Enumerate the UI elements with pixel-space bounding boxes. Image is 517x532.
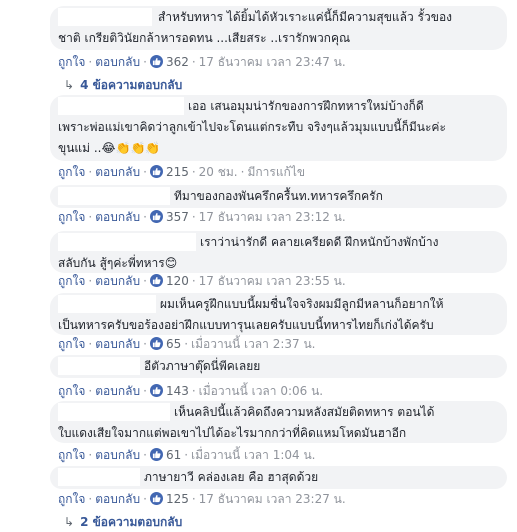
replies-label[interactable]: 4 ข้อความตอบกลับ	[80, 78, 182, 92]
comment-actions: ถูกใจ · ตอบกลับ · 143 · เมื่อวานนี้ เวลา 0:06 …	[58, 382, 324, 400]
comment-text-line: เราว่าน่ารักดี คลายเครียดดี ฝึกหนักบ้างพ…	[200, 235, 439, 249]
comment-text-line: เป็นทหารครับขอร้องอย่าฝึกแบบทารุนเลยครับ…	[58, 318, 434, 332]
like-link[interactable]: ถูกใจ	[58, 382, 85, 400]
reply-arrow-icon: ↳	[64, 78, 75, 92]
like-link[interactable]: ถูกใจ	[58, 163, 85, 181]
like-count[interactable]: 362	[166, 53, 189, 71]
replies-label[interactable]: 2 ข้อความตอบกลับ	[80, 515, 182, 529]
comment-actions: ถูกใจ · ตอบกลับ · 65 · เมื่อวานนี้ เวลา 2:37 น…	[58, 335, 316, 353]
comment: ทีมาของกองพันครึกครื้นท.ทหารครึกครัก ถูก…	[0, 183, 517, 231]
comment-text-line: อีตัวภาษาตุ๊ดนี่พีคเลยย	[144, 359, 261, 373]
comment: เออ เสนอมุมน่ารักของการฝึกทหารใหม่บ้างก็…	[0, 93, 517, 183]
like-link[interactable]: ถูกใจ	[58, 208, 85, 226]
timestamp[interactable]: 17 ธันวาคม เวลา 23:55 น.	[199, 272, 346, 290]
comment: อีตัวภาษาตุ๊ดนี่พีคเลยย ถูกใจ · ตอบกลับ · 14…	[0, 353, 517, 399]
redacted-author-name	[58, 357, 140, 375]
comment-text-line: เพราะพ่อแม่เขาคิดว่าลูกเข้าไปจะโดนแต่กระ…	[58, 120, 446, 134]
comment-text-line: ใบแดงเสียใจมากแต่พอเขาไปได้อะไรมากกว่าที…	[58, 426, 407, 440]
comment-actions: ถูกใจ · ตอบกลับ · 362 · 17 ธันวาคม เวลา 23:47 …	[58, 53, 346, 71]
comment-text-line: ผมเห็นครูฝึกแบบนี้ผมชื่นใจจริงผมมีลูกมีห…	[160, 297, 444, 311]
comment: สำหรับทหาร ได้ยิ้มได้หัวเราะแค่นี้ก็มีคว…	[0, 0, 517, 96]
like-thumb-icon	[149, 448, 163, 461]
comment: ผมเห็นครูฝึกแบบนี้ผมชื่นใจจริงผมมีลูกมีห…	[0, 291, 517, 355]
like-count[interactable]: 125	[166, 490, 189, 508]
reply-link[interactable]: ตอบกลับ	[95, 446, 140, 464]
timestamp[interactable]: เมื่อวานนี้ เวลา 1:04 น.	[191, 446, 315, 464]
redacted-author-name	[58, 233, 196, 251]
comment-actions: ถูกใจ · ตอบกลับ · 357 · 17 ธันวาคม เวลา 23:12 …	[58, 208, 346, 226]
reply-arrow-icon: ↳	[64, 515, 75, 529]
like-link[interactable]: ถูกใจ	[58, 446, 85, 464]
like-link[interactable]: ถูกใจ	[58, 335, 85, 353]
comment-text-line: สำหรับทหาร ได้ยิ้มได้หัวเราะแค่นี้ก็มีคว…	[158, 10, 453, 24]
like-count[interactable]: 65	[166, 335, 181, 353]
reply-link[interactable]: ตอบกลับ	[95, 208, 140, 226]
reply-link[interactable]: ตอบกลับ	[95, 335, 140, 353]
redacted-author-name	[58, 187, 170, 205]
comment: เห็นคลิปนี้แล้วคิดถึงความหลังสมัยติดทหาร…	[0, 399, 517, 463]
like-thumb-icon	[149, 384, 163, 397]
like-thumb-icon	[149, 55, 163, 68]
timestamp[interactable]: 17 ธันวาคม เวลา 23:12 น.	[199, 208, 346, 226]
timestamp[interactable]: 20 ชม.	[199, 163, 238, 181]
like-link[interactable]: ถูกใจ	[58, 490, 85, 508]
like-thumb-icon	[149, 210, 163, 223]
like-link[interactable]: ถูกใจ	[58, 53, 85, 71]
comment-text-line: เห็นคลิปนี้แล้วคิดถึงความหลังสมัยติดทหาร…	[174, 405, 435, 419]
comment: ภาษายาวี คล่องเลย คือ ฮาสุดด้วย ถูกใจ · ตอ…	[0, 464, 517, 532]
like-thumb-icon	[149, 165, 163, 178]
like-thumb-icon	[149, 492, 163, 505]
redacted-author-name	[58, 295, 156, 313]
comment-text-line: เออ เสนอมุมน่ารักของการฝึกทหารใหม่บ้างก็…	[188, 99, 424, 113]
like-count[interactable]: 357	[166, 208, 189, 226]
comment-actions: ถูกใจ · ตอบกลับ · 125 · 17 ธันวาคม เวลา 23:27 …	[58, 490, 346, 508]
comment-text-line: ขุนแม่ ..😂👏👏👏	[58, 141, 161, 155]
view-replies-link[interactable]: ↳ 4 ข้อความตอบกลับ	[64, 77, 182, 93]
reply-link[interactable]: ตอบกลับ	[95, 382, 140, 400]
timestamp[interactable]: เมื่อวานนี้ เวลา 0:06 น.	[199, 382, 323, 400]
reply-link[interactable]: ตอบกลับ	[95, 163, 140, 181]
timestamp[interactable]: เมื่อวานนี้ เวลา 2:37 น.	[191, 335, 315, 353]
reply-link[interactable]: ตอบกลับ	[95, 272, 140, 290]
timestamp[interactable]: 17 ธันวาคม เวลา 23:27 น.	[199, 490, 346, 508]
redacted-author-name	[58, 468, 140, 486]
comment: เราว่าน่ารักดี คลายเครียดดี ฝึกหนักบ้างพ…	[0, 229, 517, 293]
like-count[interactable]: 215	[166, 163, 189, 181]
comment-text-line: ชาติ เกรียติวินัยกล้าหารอดทน ...เสียสระ …	[58, 31, 351, 45]
like-count[interactable]: 143	[166, 382, 189, 400]
comment-text-line: ภาษายาวี คล่องเลย คือ ฮาสุดด้วย	[144, 470, 319, 484]
comment-actions: ถูกใจ · ตอบกลับ · 120 · 17 ธันวาคม เวลา 23:55 …	[58, 272, 346, 290]
timestamp[interactable]: 17 ธันวาคม เวลา 23:47 น.	[199, 53, 346, 71]
redacted-author-name	[58, 97, 184, 115]
like-thumb-icon	[149, 274, 163, 287]
like-link[interactable]: ถูกใจ	[58, 272, 85, 290]
view-replies-link[interactable]: ↳ 2 ข้อความตอบกลับ	[64, 514, 182, 530]
reply-link[interactable]: ตอบกลับ	[95, 53, 140, 71]
like-count[interactable]: 120	[166, 272, 189, 290]
redacted-author-name	[58, 8, 152, 26]
comment-text-line: ทีมาของกองพันครึกครื้นท.ทหารครึกครัก	[174, 189, 383, 203]
like-count[interactable]: 61	[166, 446, 181, 464]
edited-label[interactable]: มีการแก้ไข	[247, 163, 305, 181]
redacted-author-name	[58, 403, 170, 421]
like-thumb-icon	[149, 337, 163, 350]
comment-actions: ถูกใจ · ตอบกลับ · 215 · 20 ชม. · มีการแก้ไข	[58, 163, 306, 181]
comment-actions: ถูกใจ · ตอบกลับ · 61 · เมื่อวานนี้ เวลา 1:04 น…	[58, 446, 316, 464]
reply-link[interactable]: ตอบกลับ	[95, 490, 140, 508]
